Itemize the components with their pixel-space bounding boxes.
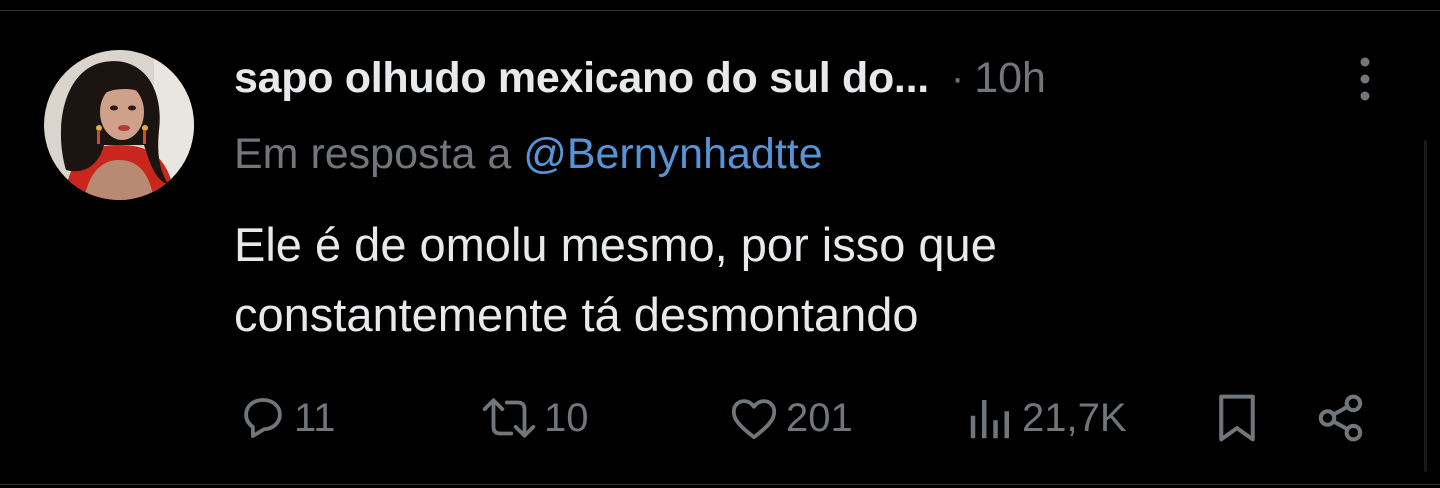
reply-prefix: Em resposta a xyxy=(234,130,524,178)
top-divider xyxy=(0,10,1440,11)
reply-handle-link[interactable]: @Bernynhadtte xyxy=(523,130,822,178)
post-time[interactable]: 10h xyxy=(974,54,1046,103)
scrollbar[interactable] xyxy=(1424,140,1427,472)
action-bar: 11 10 201 21,7K xyxy=(0,386,1440,450)
separator-dot: · xyxy=(950,55,965,100)
share-button[interactable] xyxy=(1314,386,1368,450)
like-count: 201 xyxy=(786,395,853,440)
reply-button[interactable]: 11 xyxy=(236,386,336,450)
repost-count: 10 xyxy=(544,395,589,440)
views-button[interactable]: 21,7K xyxy=(964,386,1127,450)
bookmark-button[interactable] xyxy=(1210,386,1264,450)
reply-context: Em resposta a @Bernynhadtte xyxy=(234,130,823,179)
view-count: 21,7K xyxy=(1022,395,1127,440)
repost-button[interactable]: 10 xyxy=(478,386,589,450)
reply-count: 11 xyxy=(294,395,336,440)
post-text: Ele é de omolu mesmo, por isso que const… xyxy=(234,210,997,350)
reply-icon xyxy=(244,398,282,438)
bookmark-icon xyxy=(1219,394,1255,442)
views-icon xyxy=(970,400,1009,439)
repost-icon xyxy=(482,398,536,438)
more-vertical-icon xyxy=(1360,57,1370,101)
like-button[interactable]: 201 xyxy=(726,386,853,450)
more-options-button[interactable] xyxy=(1340,52,1390,106)
post-text-line: Ele é de omolu mesmo, por isso que xyxy=(234,218,997,271)
share-icon xyxy=(1318,394,1363,442)
avatar-image xyxy=(44,50,194,200)
post-header: sapo olhudo mexicano do sul do... · 10h xyxy=(234,50,1046,106)
author-name[interactable]: sapo olhudo mexicano do sul do... xyxy=(234,54,929,103)
bottom-divider xyxy=(0,484,1440,485)
post-text-line: constantemente tá desmontando xyxy=(234,288,919,341)
heart-icon xyxy=(731,399,777,440)
avatar[interactable] xyxy=(44,50,194,200)
